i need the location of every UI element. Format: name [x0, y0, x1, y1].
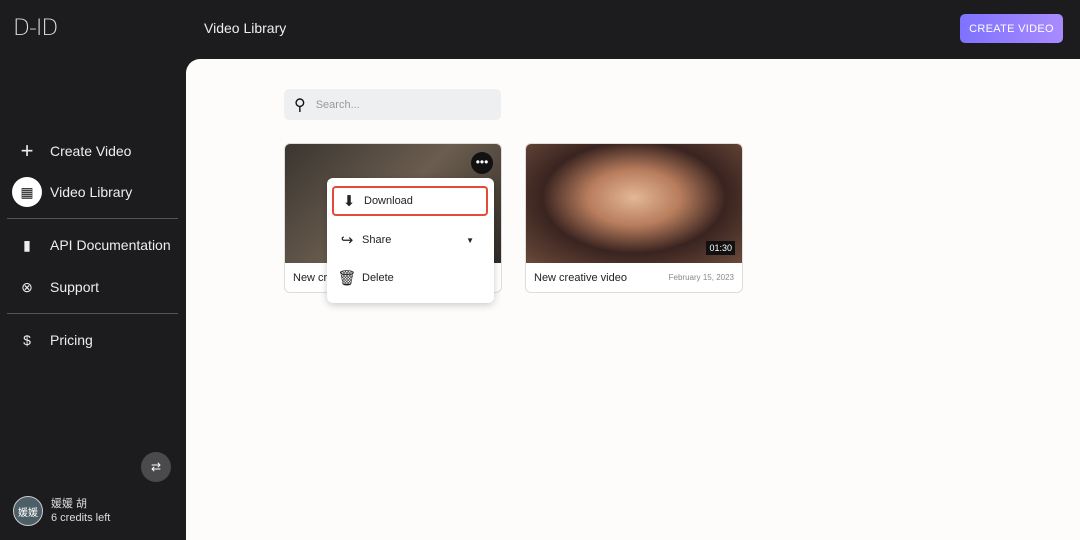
collapse-sidebar-button[interactable]: ⇄ [141, 452, 171, 482]
nav-label: Support [50, 279, 100, 295]
video-options-menu: ⬇ Download ↪ Share ▼ 🗑 Delete [327, 178, 494, 303]
sidebar-item-support[interactable]: ⊗ Support [0, 272, 180, 302]
sidebar-item-api-documentation[interactable]: ▮ API Documentation [0, 230, 180, 260]
video-title: New creative video [534, 271, 627, 284]
video-date: February 15, 2023 [668, 273, 734, 282]
create-video-button[interactable]: CREATE VIDEO [960, 14, 1063, 43]
menu-label: Download [364, 195, 413, 207]
dollar-icon: $ [23, 332, 31, 348]
more-options-button[interactable]: ••• [471, 152, 493, 174]
menu-item-share[interactable]: ↪ Share ▼ [332, 225, 488, 255]
divider [7, 313, 178, 314]
menu-label: Share [362, 234, 392, 246]
document-icon: ▮ [23, 236, 31, 253]
divider [7, 218, 178, 219]
search-placeholder: Search... [315, 98, 360, 111]
nav-label: Pricing [50, 332, 93, 348]
trash-icon: 🗑 [337, 270, 357, 287]
page-title: Video Library [204, 20, 287, 36]
user-menu[interactable]: 媛媛 媛媛 胡6 credits left ▼ [13, 496, 204, 526]
main-content: ⚲ Search... ••• New creative video 01:30 … [186, 59, 1080, 540]
menu-item-download[interactable]: ⬇ Download [332, 186, 488, 216]
download-icon: ⬇ [342, 193, 356, 210]
search-input[interactable]: ⚲ Search... [284, 89, 501, 120]
logo[interactable]: D-ID [13, 16, 58, 41]
user-name: 媛媛 胡 [51, 498, 88, 510]
caret-down-icon: ▼ [466, 235, 474, 245]
avatar: 媛媛 [13, 496, 43, 526]
plus-icon: + [20, 138, 34, 163]
share-icon: ↪ [340, 232, 354, 249]
sidebar-item-create-video[interactable]: + Create Video [0, 136, 180, 166]
video-card[interactable]: 01:30 New creative video February 15, 202… [525, 143, 743, 293]
grid-icon: ▦ [12, 177, 42, 207]
sidebar-item-pricing[interactable]: $ Pricing [0, 325, 180, 355]
nav-label: Create Video [50, 143, 132, 159]
search-icon: ⚲ [294, 96, 306, 114]
menu-item-delete[interactable]: 🗑 Delete [332, 263, 488, 293]
credits-left: 6 credits left [51, 512, 111, 524]
menu-label: Delete [362, 272, 394, 284]
lifebuoy-icon: ⊗ [21, 278, 33, 295]
nav-label: Video Library [50, 184, 133, 200]
nav-label: API Documentation [50, 237, 171, 253]
video-duration: 01:30 [706, 241, 735, 255]
sidebar-item-video-library[interactable]: ▦ Video Library [0, 177, 180, 207]
